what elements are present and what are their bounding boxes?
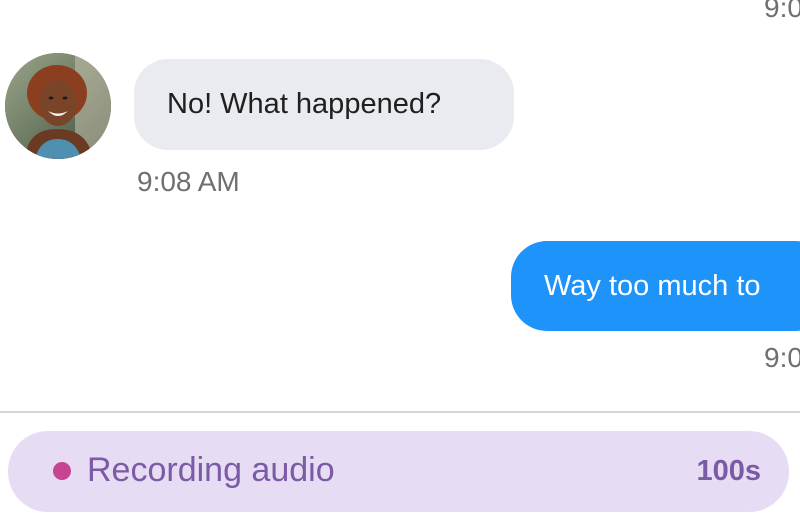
recording-audio-bar[interactable]: Recording audio 100s: [8, 431, 789, 512]
incoming-message-timestamp: 9:08 AM: [137, 166, 240, 197]
recording-status-label: Recording audio: [87, 451, 335, 489]
message-timestamp: 9:0: [764, 0, 800, 23]
recording-duration: 100s: [696, 455, 761, 487]
composer-divider: [0, 411, 800, 413]
outgoing-message-timestamp: 9:0: [764, 342, 800, 373]
person-photo: [5, 53, 111, 159]
record-dot-icon: [53, 462, 71, 480]
outgoing-message-bubble[interactable]: Way too much to: [511, 241, 800, 331]
chat-screen: 9:0 No! What happened? 9:08 AM Way too m…: [0, 0, 800, 532]
avatar[interactable]: [5, 53, 111, 159]
incoming-message-bubble[interactable]: No! What happened?: [134, 59, 514, 150]
